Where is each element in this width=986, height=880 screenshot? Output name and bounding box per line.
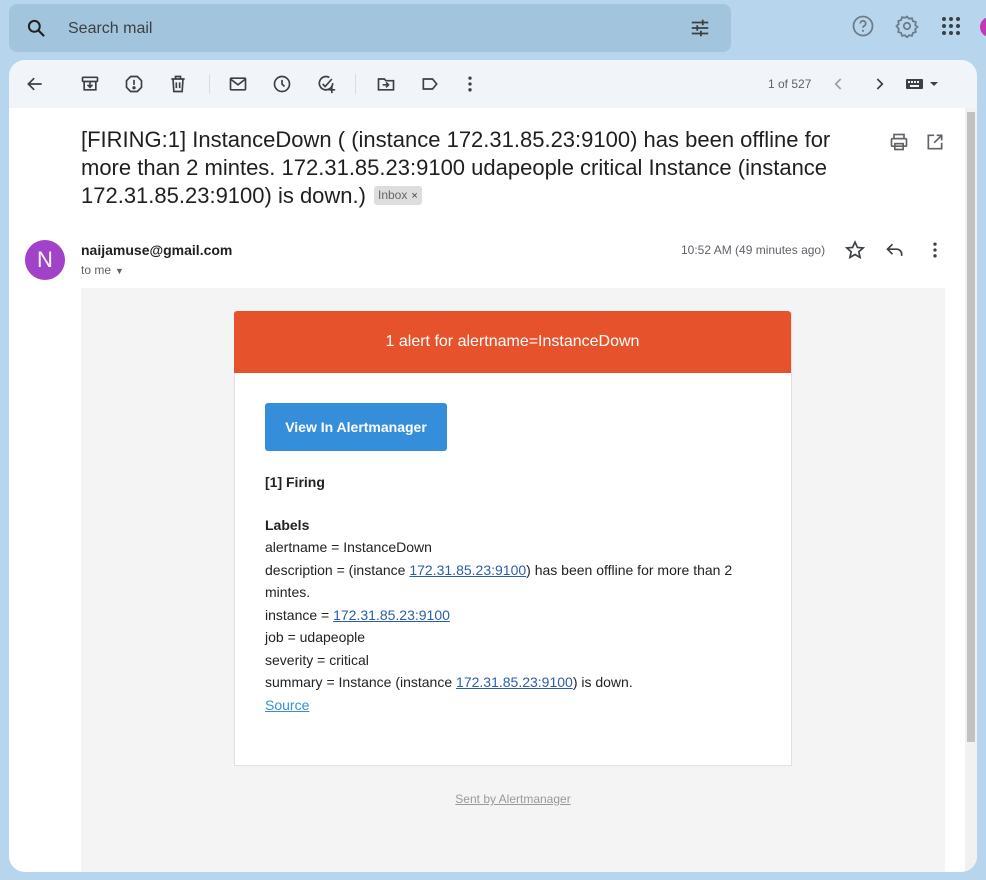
toolbar-divider [209, 74, 210, 94]
tune-icon[interactable] [689, 17, 711, 39]
keyboard-icon[interactable] [905, 74, 941, 94]
email-subject: [FIRING:1] InstanceDown ( (instance 172.… [81, 126, 881, 210]
recipient-toggle[interactable]: to me ▼ [81, 263, 124, 277]
firing-count: [1] Firing [265, 474, 325, 490]
move-to-icon[interactable] [376, 74, 396, 94]
star-icon[interactable] [844, 240, 866, 260]
label-description: description = (instance 172.31.85.23:910… [265, 559, 765, 604]
label-icon[interactable] [420, 74, 440, 94]
email-footer: Sent by Alertmanager [81, 792, 945, 806]
label-remove-icon[interactable]: × [411, 190, 417, 202]
search-icon[interactable] [26, 18, 46, 38]
sender-email[interactable]: naijamuse@gmail.com [81, 242, 232, 258]
instance-link[interactable]: 172.31.85.23:9100 [333, 607, 450, 623]
more-vert-icon[interactable] [925, 240, 945, 260]
description-prefix: description = (instance [265, 561, 410, 578]
summary-suffix: ) is down. [572, 674, 633, 690]
subject-text: [FIRING:1] InstanceDown ( (instance 172.… [81, 127, 831, 208]
label-chip-inbox[interactable]: Inbox × [373, 185, 422, 205]
settings-icon[interactable] [895, 14, 919, 38]
source-link[interactable]: Source [265, 697, 309, 713]
label-instance: instance = 172.31.85.23:9100 [265, 604, 765, 627]
instance-prefix: instance = [265, 606, 334, 623]
add-task-icon[interactable] [316, 74, 336, 94]
message-panel: 1 of 527 [FIRING:1] InstanceDown ( (inst… [9, 60, 977, 872]
account-avatar[interactable] [980, 17, 986, 37]
label-job: job = udapeople [265, 629, 366, 645]
instance-link[interactable]: 172.31.85.23:9100 [409, 562, 526, 578]
email-body: 1 alert for alertname=InstanceDown View … [81, 288, 945, 872]
view-in-alertmanager-button[interactable]: View In Alertmanager [265, 403, 447, 451]
apps-icon[interactable] [939, 14, 963, 38]
alert-header: 1 alert for alertname=InstanceDown [234, 311, 791, 373]
recipient-text: to me [81, 263, 112, 277]
sent-by-link[interactable]: Sent by Alertmanager [455, 792, 570, 806]
alert-card: 1 alert for alertname=InstanceDown View … [234, 311, 792, 766]
help-icon[interactable] [851, 14, 875, 38]
delete-icon[interactable] [168, 74, 188, 94]
label-severity: severity = critical [265, 651, 369, 668]
back-arrow-icon[interactable] [25, 74, 45, 94]
search-bar [9, 4, 731, 52]
labels-heading: Labels [265, 516, 310, 533]
instance-link[interactable]: 172.31.85.23:9100 [456, 674, 573, 690]
prev-icon[interactable] [829, 74, 849, 94]
more-vert-icon[interactable] [460, 74, 480, 94]
avatar[interactable]: N [25, 240, 65, 280]
snooze-icon[interactable] [272, 74, 292, 94]
open-new-window-icon[interactable] [925, 132, 945, 152]
label-chip-text: Inbox [377, 187, 408, 202]
next-icon[interactable] [869, 74, 889, 94]
alert-details: [1] Firing Labels alertname = InstanceDo… [265, 471, 765, 716]
search-input[interactable] [66, 14, 670, 44]
mark-unread-icon[interactable] [228, 74, 248, 94]
label-summary: summary = Instance (instance 172.31.85.2… [265, 671, 765, 694]
chevron-down-icon: ▼ [115, 266, 124, 276]
summary-prefix: summary = Instance (instance [265, 674, 457, 690]
scrollbar-thumb[interactable] [967, 112, 975, 742]
message-toolbar: 1 of 527 [9, 60, 977, 108]
report-spam-icon[interactable] [124, 74, 144, 94]
reply-icon[interactable] [885, 240, 905, 260]
toolbar-divider [355, 74, 356, 94]
archive-icon[interactable] [80, 74, 100, 94]
message-time: 10:52 AM (49 minutes ago) [681, 243, 826, 257]
print-icon[interactable] [889, 132, 909, 152]
pager-count: 1 of 527 [768, 77, 812, 91]
label-alertname: alertname = InstanceDown [265, 539, 432, 555]
